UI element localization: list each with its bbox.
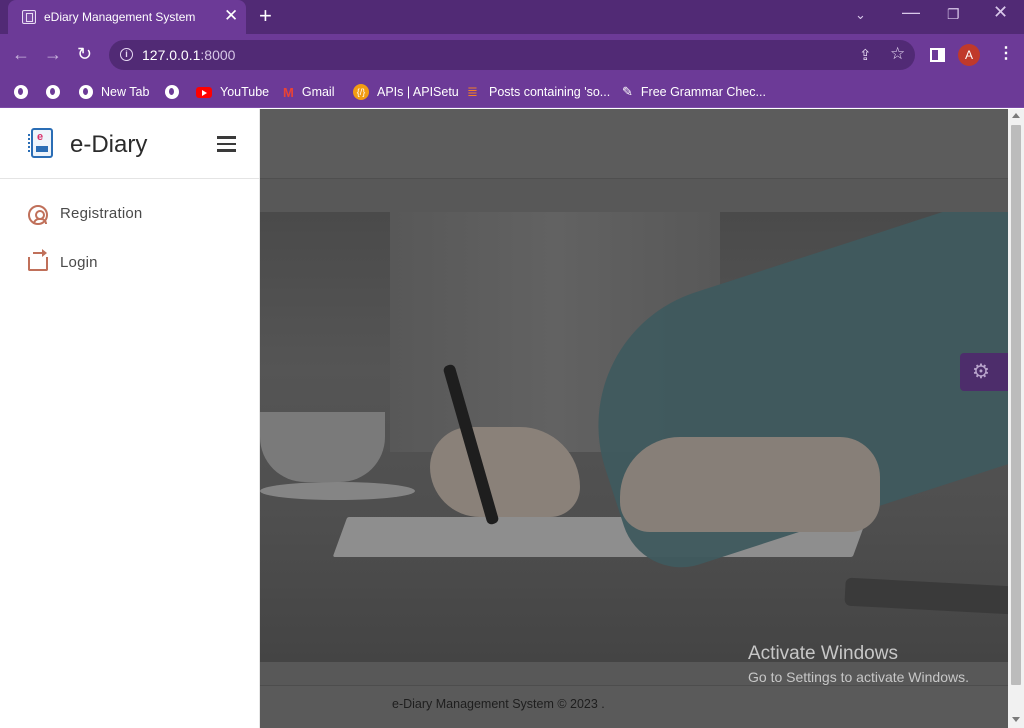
tab-search-icon[interactable]: ⌄ bbox=[855, 6, 866, 24]
gmail-icon: M bbox=[283, 84, 294, 100]
url-host: 127.0.0.1 bbox=[142, 47, 201, 63]
bookmark-label: Posts containing 'so... bbox=[489, 85, 611, 99]
brand-name[interactable]: e-Diary bbox=[70, 131, 147, 159]
hero-resting-hand bbox=[620, 437, 880, 532]
browser-tab-strip: eDiary Management System ✕ + ⌄ — ❐ ✕ bbox=[0, 0, 1024, 34]
window-restore-button[interactable]: ❐ bbox=[947, 5, 960, 23]
bookmark-grammar[interactable]: ✎ Free Grammar Chec... bbox=[622, 82, 766, 102]
scroll-up-arrow-icon[interactable] bbox=[1012, 113, 1020, 118]
settings-toggle-button[interactable]: ⚙ bbox=[960, 353, 1008, 391]
url-port: :8000 bbox=[200, 47, 236, 63]
tab-title: eDiary Management System bbox=[44, 10, 196, 24]
tab-close-icon[interactable]: ✕ bbox=[224, 7, 238, 25]
login-icon bbox=[28, 249, 48, 271]
stackoverflow-icon: ≣ bbox=[467, 84, 478, 99]
forward-arrow-icon[interactable]: → bbox=[44, 44, 62, 64]
sidebar-header: e e-Diary bbox=[0, 109, 260, 179]
apisetu-icon: {/} bbox=[353, 84, 369, 100]
user-circle-icon bbox=[28, 205, 48, 225]
back-arrow-icon[interactable]: ← bbox=[12, 44, 30, 64]
main-content-overlay[interactable]: ⚙ e-Diary Management System © 2023 . Act… bbox=[260, 109, 1008, 728]
bookmark-label: YouTube bbox=[220, 85, 270, 99]
bookmark-label: Free Grammar Chec... bbox=[640, 85, 766, 99]
hero-cup bbox=[260, 412, 385, 482]
site-info-icon[interactable]: i bbox=[120, 48, 133, 61]
new-tab-button[interactable]: + bbox=[259, 4, 272, 28]
sidebar-item-registration[interactable]: Registration bbox=[0, 193, 260, 237]
sidebar-item-login[interactable]: Login bbox=[0, 242, 260, 286]
browser-menu-icon[interactable]: ⋮ bbox=[998, 44, 1014, 64]
address-bar[interactable]: i 127.0.0.1:8000 ⇪ ☆ bbox=[109, 40, 915, 70]
reload-icon[interactable]: ↻ bbox=[77, 44, 92, 64]
page-scrollbar[interactable] bbox=[1008, 109, 1024, 728]
youtube-icon bbox=[196, 86, 212, 98]
scrollbar-thumb[interactable] bbox=[1011, 125, 1021, 685]
footer-copyright: e-Diary Management System © 2023 . bbox=[392, 697, 605, 711]
bookmark-label: New Tab bbox=[101, 85, 150, 99]
bookmark-item[interactable] bbox=[14, 82, 28, 102]
hamburger-menu-icon[interactable] bbox=[217, 136, 236, 152]
bookmark-gmail[interactable]: M Gmail bbox=[283, 82, 335, 102]
bookmark-star-icon[interactable]: ☆ bbox=[890, 44, 905, 64]
bookmark-stackoverflow[interactable]: ≣ Posts containing 'so... bbox=[467, 82, 610, 102]
logo-bar bbox=[36, 146, 48, 152]
bookmark-item[interactable] bbox=[165, 82, 179, 102]
sidebar-item-label: Login bbox=[60, 254, 98, 271]
hero-writing-hand bbox=[430, 427, 580, 517]
main-header bbox=[260, 109, 1008, 179]
side-panel-icon[interactable] bbox=[930, 48, 945, 62]
bookmark-item[interactable] bbox=[46, 82, 60, 102]
browser-toolbar: ← → ↻ i 127.0.0.1:8000 ⇪ ☆ A ⋮ bbox=[0, 34, 1024, 76]
share-icon[interactable]: ⇪ bbox=[859, 46, 872, 64]
page-favicon-icon bbox=[22, 10, 36, 24]
globe-icon bbox=[165, 85, 179, 99]
watermark-subtitle: Go to Settings to activate Windows. bbox=[748, 669, 969, 685]
logo-letter: e bbox=[37, 131, 44, 143]
gear-icon: ⚙ bbox=[972, 361, 990, 383]
url-text[interactable]: 127.0.0.1:8000 bbox=[142, 47, 235, 63]
bookmark-apisetu[interactable]: {/} APIs | APISetu bbox=[353, 82, 459, 102]
watermark-title: Activate Windows bbox=[748, 643, 898, 664]
page-footer: e-Diary Management System © 2023 . bbox=[260, 685, 1008, 728]
bookmarks-bar: New Tab YouTube M Gmail {/} APIs | APISetu… bbox=[0, 76, 1024, 108]
page-viewport: ⚙ e-Diary Management System © 2023 . Act… bbox=[0, 109, 1024, 728]
scroll-down-arrow-icon[interactable] bbox=[1012, 717, 1020, 722]
browser-tab[interactable]: eDiary Management System ✕ bbox=[8, 0, 246, 34]
globe-icon bbox=[46, 85, 60, 99]
ediary-logo-icon[interactable]: e bbox=[28, 128, 53, 158]
window-close-button[interactable]: ✕ bbox=[993, 3, 1008, 21]
bookmark-new-tab[interactable]: New Tab bbox=[79, 82, 149, 102]
hero-image bbox=[260, 212, 1008, 662]
bookmark-label: Gmail bbox=[301, 85, 335, 99]
globe-icon bbox=[14, 85, 28, 99]
profile-avatar[interactable]: A bbox=[958, 44, 980, 66]
globe-icon bbox=[79, 85, 93, 99]
sidebar-item-label: Registration bbox=[60, 205, 143, 222]
window-minimize-button[interactable]: — bbox=[902, 3, 920, 21]
bookmark-youtube[interactable]: YouTube bbox=[196, 82, 269, 102]
pen-icon: ✎ bbox=[622, 84, 633, 99]
sidebar: e e-Diary Registration Login bbox=[0, 109, 260, 728]
hero-saucer bbox=[260, 482, 415, 500]
bookmark-label: APIs | APISetu bbox=[377, 85, 459, 99]
activate-windows-watermark: Activate Windows Go to Settings to activ… bbox=[748, 642, 969, 686]
